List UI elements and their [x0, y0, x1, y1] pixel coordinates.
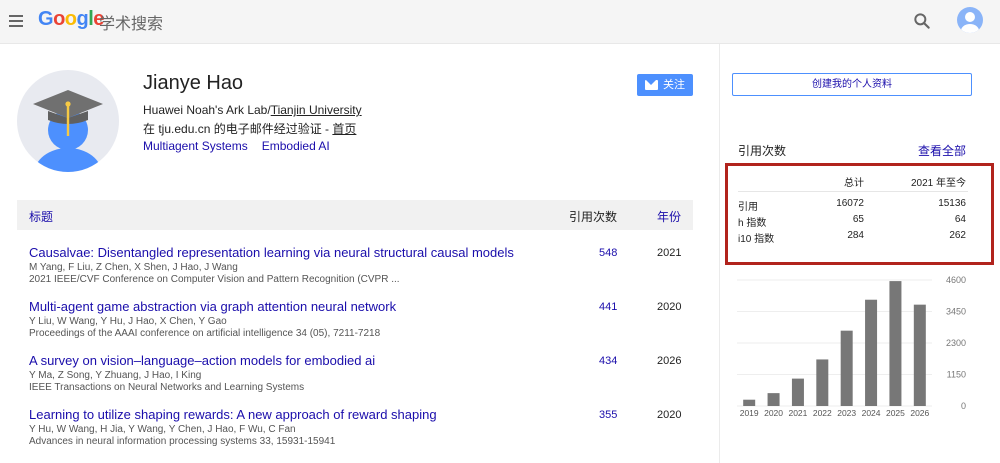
default-avatar-icon [33, 90, 103, 172]
metrics-row-i10-index: i10 指数 284 262 [738, 230, 968, 246]
citations-per-year-chart: 4600 3450 2300 1150 0 2019 2020 2021 2022 2023 202… [737, 275, 966, 418]
article-year: 2021 [657, 247, 682, 259]
article-year: 2020 [657, 409, 682, 421]
email-verification-text: 在 tju.edu.cn 的电子邮件经过验证 - [143, 122, 333, 136]
chart-bar[interactable] [840, 330, 853, 406]
article-venue: Advances in neural information processin… [29, 436, 336, 447]
article-cited-by[interactable]: 548 [599, 247, 617, 259]
logo-letter: G [38, 8, 54, 30]
chart-bar[interactable] [743, 399, 756, 406]
x-tick-label: 2019 [740, 408, 759, 418]
top-bar: Google 学术搜索 [0, 0, 1000, 44]
metric-since: 64 [954, 214, 966, 225]
create-profile-button[interactable]: 创建我的个人资料 [732, 73, 972, 96]
articles-table-header: 标题 引用次数 年份 [17, 200, 693, 230]
y-tick-label: 1150 [947, 370, 966, 380]
metric-since: 262 [949, 230, 966, 241]
article-venue: 2021 IEEE/CVF Conference on Computer Vis… [29, 274, 400, 285]
metrics-header-since: 2021 年至今 [910, 178, 966, 189]
profile-photo [17, 70, 119, 172]
y-tick-label: 2300 [946, 338, 966, 348]
chart-bar[interactable] [865, 299, 878, 406]
article-year: 2020 [657, 301, 682, 313]
homepage-link[interactable]: 首页 [332, 122, 356, 136]
chart-bar[interactable] [816, 359, 829, 406]
metric-label: i10 指数 [738, 234, 775, 245]
metrics-row-citations: 引用 16072 15136 [738, 198, 968, 214]
metric-total: 65 [852, 214, 864, 225]
metrics-header-row: 总计 2021 年至今 [738, 172, 968, 192]
profile-name: Jianye Hao [143, 72, 244, 94]
view-all-link[interactable]: 查看全部 [918, 142, 966, 159]
logo-letter: o [53, 8, 65, 30]
account-avatar[interactable] [957, 7, 983, 33]
y-tick-label: 4600 [946, 275, 966, 285]
metric-total: 284 [847, 230, 864, 241]
x-tick-label: 2023 [837, 408, 856, 418]
article-cited-by[interactable]: 355 [599, 409, 617, 421]
x-tick-label: 2025 [886, 408, 905, 418]
y-tick-label: 0 [961, 401, 966, 411]
article-authors: Y Hu, W Wang, H Jia, Y Wang, Y Chen, J H… [29, 424, 296, 435]
interest-link[interactable]: Multiagent Systems [143, 139, 248, 153]
table-row: Learning to utilize shaping rewards: A n… [29, 407, 699, 447]
article-authors: M Yang, F Liu, Z Chen, X Shen, J Hao, J … [29, 262, 238, 273]
article-authors: Y Ma, Z Song, Y Zhuang, J Hao, I King [29, 370, 202, 381]
article-venue: Proceedings of the AAAI conference on ar… [29, 328, 381, 339]
follow-label: 关注 [663, 79, 685, 91]
article-authors: Y Liu, W Wang, Y Hu, J Hao, X Chen, Y Ga… [29, 316, 227, 327]
search-icon[interactable] [912, 11, 932, 31]
table-row: Causalvae: Disentangled representation l… [29, 245, 699, 285]
x-tick-label: 2021 [788, 408, 807, 418]
chart-bar[interactable] [767, 393, 780, 406]
table-row: A survey on vision–language–action model… [29, 353, 699, 393]
article-venue: IEEE Transactions on Neural Networks and… [29, 382, 305, 393]
chart-bar[interactable] [889, 281, 902, 406]
x-tick-label: 2020 [764, 408, 783, 418]
column-cited-by[interactable]: 引用次数 [569, 208, 617, 225]
product-name: 学术搜索 [99, 16, 164, 33]
table-row: Multi-agent game abstraction via graph a… [29, 299, 699, 339]
sidebar-divider [719, 44, 720, 463]
follow-button[interactable]: 关注 [637, 74, 693, 96]
mail-icon [645, 80, 658, 90]
citation-metrics-table: 总计 2021 年至今 引用 16072 15136 h 指数 65 64 i1… [738, 172, 968, 246]
metrics-row-h-index: h 指数 65 64 [738, 214, 968, 230]
chart-bar[interactable] [913, 304, 926, 406]
affiliation-text: Huawei Noah's Ark Lab/ [143, 103, 271, 117]
google-logo[interactable]: Google [38, 8, 104, 31]
article-year: 2026 [657, 355, 682, 367]
article-cited-by[interactable]: 434 [599, 355, 617, 367]
article-cited-by[interactable]: 441 [599, 301, 617, 313]
metric-label: h 指数 [738, 218, 767, 229]
verified-email: 在 tju.edu.cn 的电子邮件经过验证 - 首页 [143, 120, 356, 137]
logo-letter: g [76, 8, 89, 30]
chart-bar[interactable] [791, 378, 804, 406]
metric-total: 16072 [836, 198, 864, 209]
x-tick-label: 2026 [910, 408, 929, 418]
logo-letter: o [64, 8, 77, 30]
research-interests: Multiagent Systems Embodied AI [143, 139, 344, 153]
column-year[interactable]: 年份 [657, 208, 681, 225]
metrics-header-total: 总计 [844, 178, 864, 189]
column-title[interactable]: 标题 [29, 208, 53, 225]
affiliation-link[interactable]: Tianjin University [271, 103, 362, 117]
metric-since: 15136 [938, 198, 966, 209]
profile-affiliation: Huawei Noah's Ark Lab/Tianjin University [143, 103, 362, 117]
y-tick-label: 3450 [946, 307, 966, 317]
menu-icon[interactable] [8, 12, 26, 30]
x-tick-label: 2024 [862, 408, 881, 418]
interest-link[interactable]: Embodied AI [262, 139, 330, 153]
x-tick-label: 2022 [813, 408, 832, 418]
metric-label: 引用 [738, 202, 758, 213]
cited-by-heading: 引用次数 [738, 144, 787, 158]
